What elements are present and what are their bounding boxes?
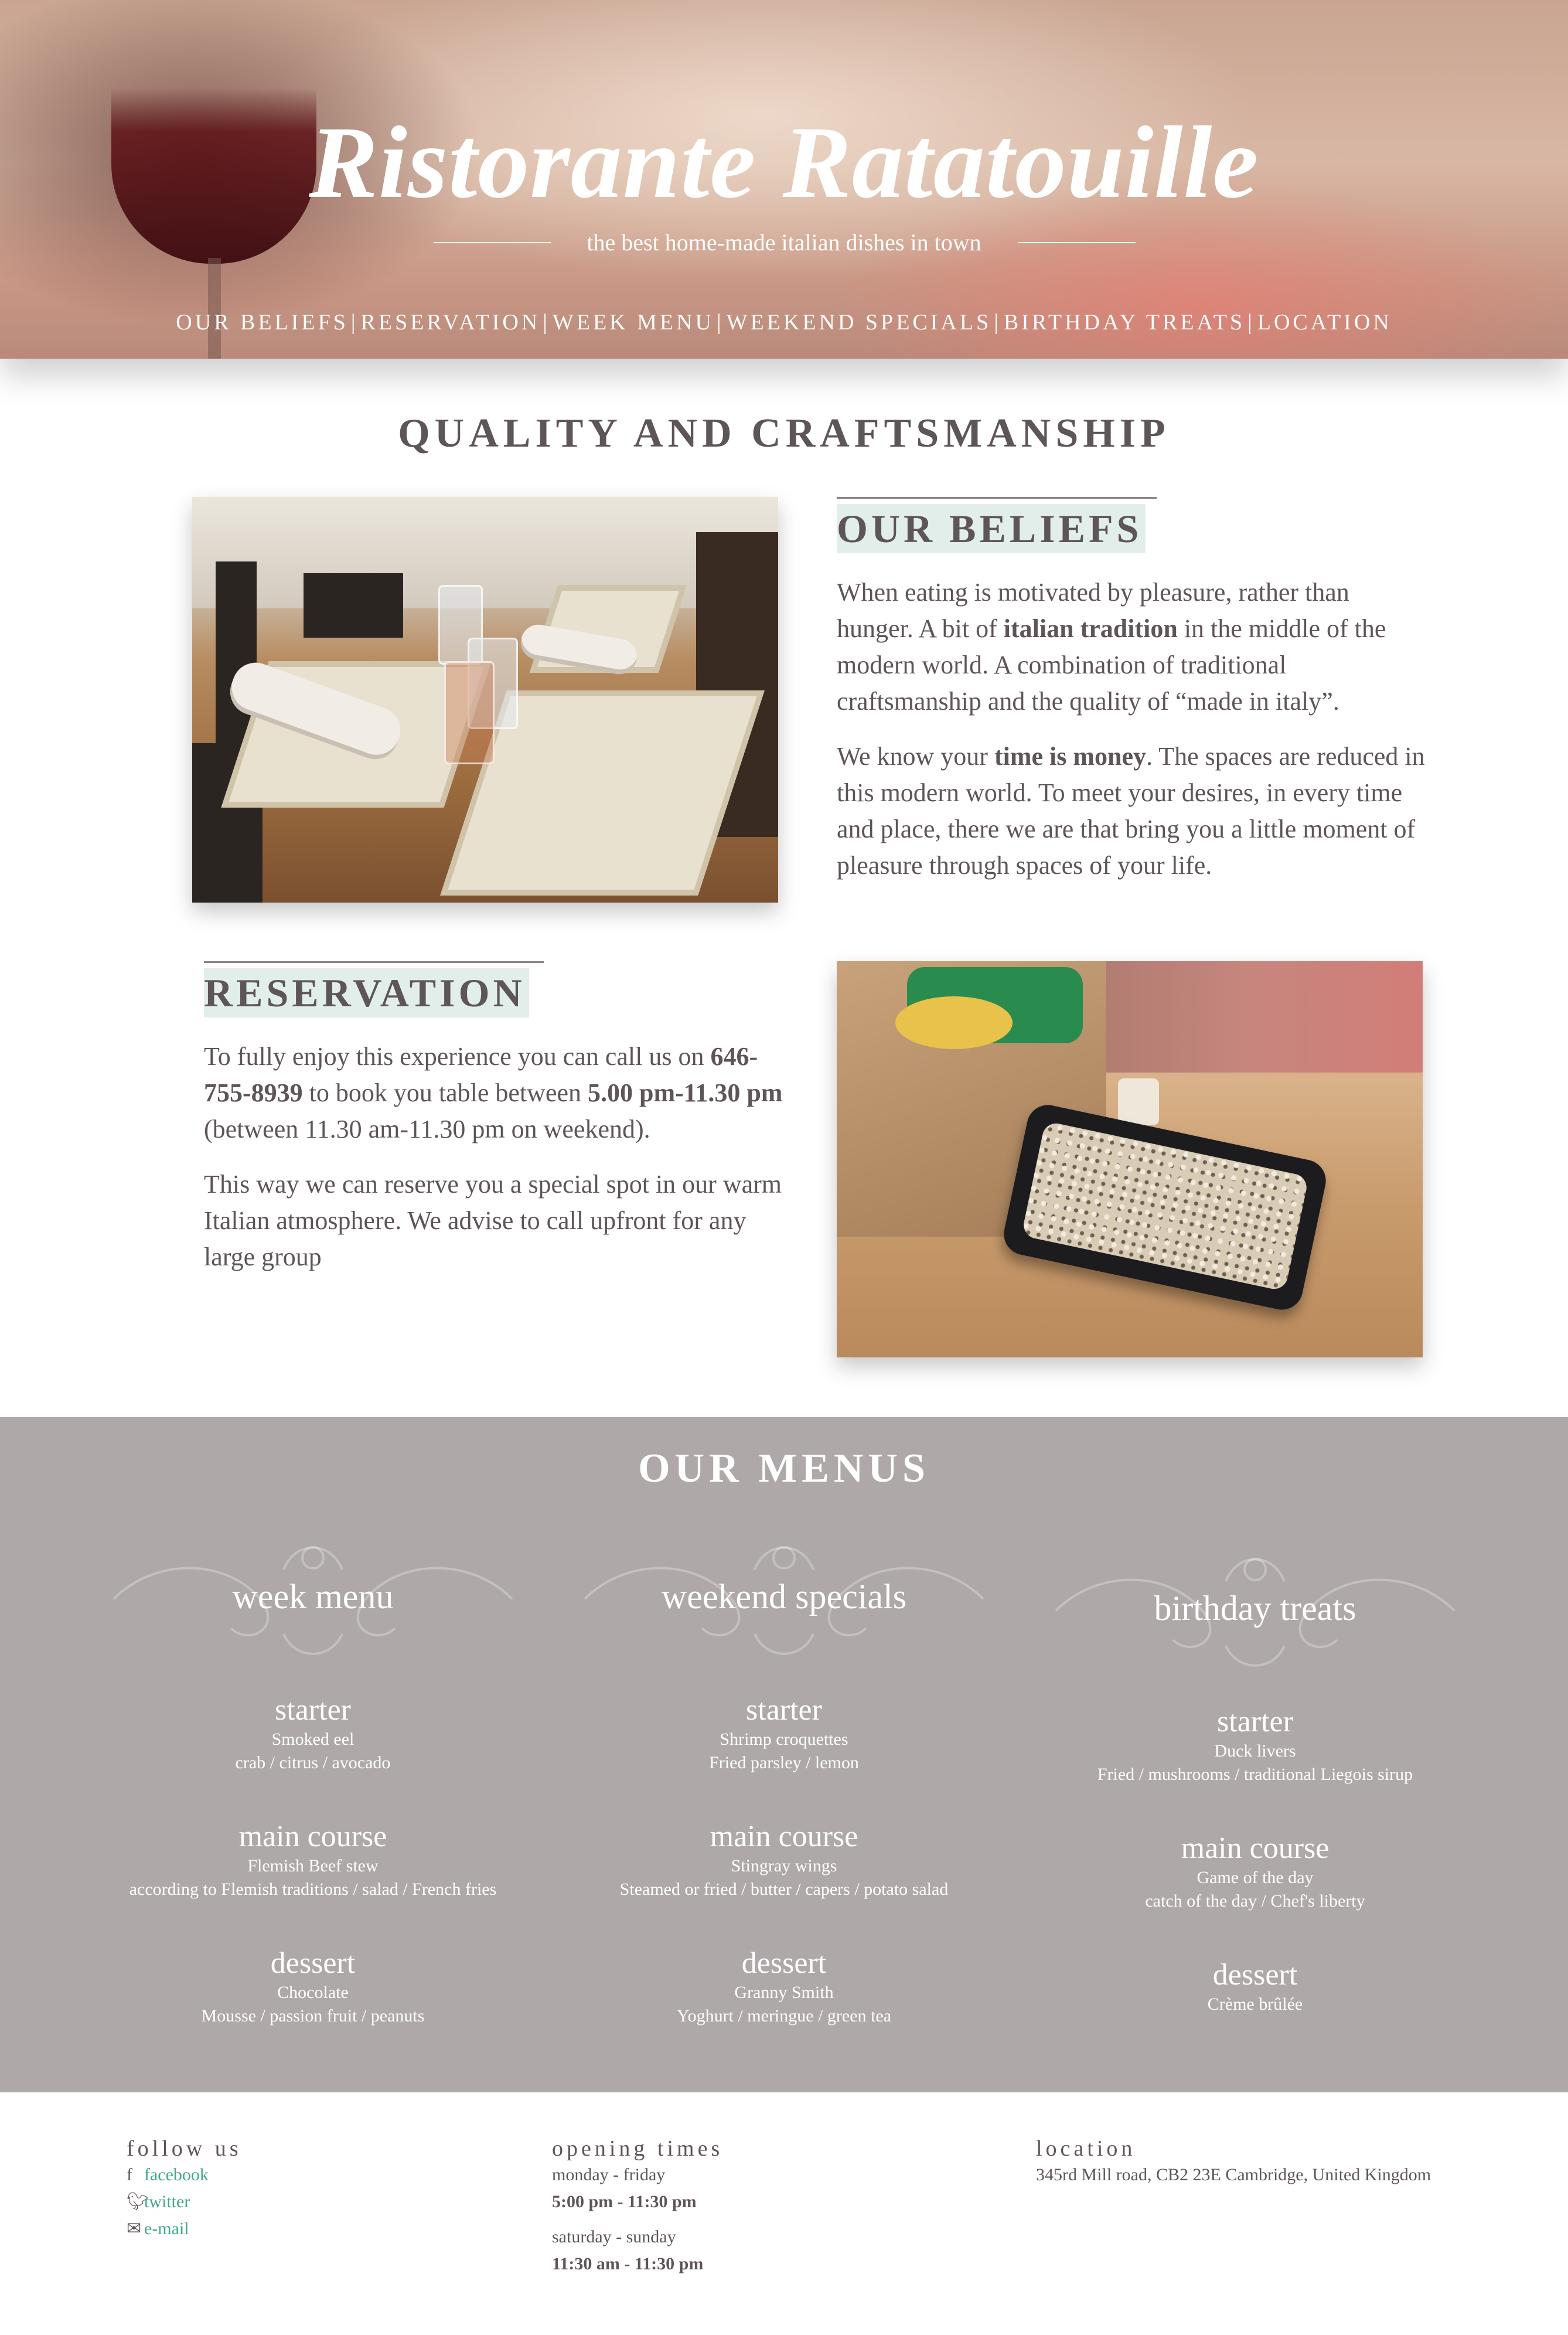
menus-section: OUR MENUS week menu starter Smoked eel c… [0, 1417, 1568, 2092]
menu-title-weekend: weekend specials [661, 1577, 907, 1616]
birthday-starter: starter Duck livers Fried / mushrooms / … [1097, 1705, 1413, 1784]
weekday-hours: 5:00 pm - 11:30 pm [552, 2192, 697, 2211]
nav-birthday-treats[interactable]: BIRTHDAY TREATS [1004, 309, 1245, 335]
nav-separator: | [1247, 310, 1255, 335]
facebook-icon: f [127, 2165, 132, 2184]
nav-location[interactable]: LOCATION [1257, 309, 1392, 335]
location-heading: location [1036, 2136, 1136, 2161]
restaurant-table-photo [192, 497, 778, 903]
week-starter: starter Smoked eel crab / citrus / avoca… [235, 1693, 391, 1772]
beliefs-heading: OUR BELIEFS [837, 504, 1146, 553]
beliefs-paragraph-2: We know your time is money. The spaces a… [837, 742, 1425, 880]
site-subtitle: the best home-made italian dishes in tow… [587, 229, 981, 256]
nav-our-beliefs[interactable]: OUR BELIEFS [176, 309, 349, 335]
reservation-paragraph-1: To fully enjoy this experience you can c… [204, 1042, 783, 1143]
main-nav: OUR BELIEFS | RESERVATION | WEEK MENU | … [0, 309, 1568, 335]
birthday-dessert: dessert Crème brûlée [1207, 1958, 1303, 2014]
weekend-label: saturday - sunday [552, 2227, 676, 2246]
menus-heading: OUR MENUS [638, 1446, 930, 1491]
nav-separator: | [350, 310, 359, 335]
weekend-hours: 11:30 am - 11:30 pm [552, 2254, 704, 2273]
reservation-text: To fully enjoy this experience you can c… [204, 1039, 790, 1294]
site-title: Ristorante Ratatouille [309, 105, 1259, 220]
week-dessert: dessert Chocolate Mousse / passion fruit… [201, 1946, 425, 2026]
nav-weekend-specials[interactable]: WEEKEND SPECIALS [727, 309, 992, 335]
risotto-photo [837, 961, 1423, 1357]
reservation-heading: RESERVATION [204, 968, 529, 1017]
email-icon: ✉ [127, 2219, 142, 2238]
opening-times-heading: opening times [552, 2136, 724, 2161]
footer-follow-us: follow us f facebook 🐦︎twitter ✉ e-mail [127, 2136, 242, 2242]
twitter-icon: 🐦︎ [127, 2192, 149, 2211]
menu-title-birthday: birthday treats [1154, 1589, 1356, 1628]
follow-us-heading: follow us [127, 2136, 242, 2161]
nav-week-menu[interactable]: WEEK MENU [553, 309, 714, 335]
birthday-main-course: main course Game of the day catch of the… [1145, 1832, 1365, 1911]
weekend-dessert: dessert Granny Smith Yoghurt / meringue … [676, 1946, 892, 2026]
footer-location: location 345rd Mill road, CB2 23E Cambri… [1036, 2136, 1431, 2188]
location-address: 345rd Mill road, CB2 23E Cambridge, Unit… [1036, 2165, 1431, 2184]
reservation-paragraph-2: This way we can reserve you a special sp… [204, 1170, 782, 1271]
facebook-link[interactable]: f facebook [127, 2162, 242, 2188]
menu-title-week: week menu [232, 1577, 394, 1616]
hero-banner: Ristorante Ratatouille the best home-mad… [0, 0, 1568, 359]
beliefs-heading-rule [837, 497, 1157, 499]
week-main-course: main course Flemish Beef stew according … [129, 1820, 497, 1899]
weekday-label: monday - friday [552, 2165, 666, 2184]
twitter-link[interactable]: 🐦︎twitter [127, 2188, 242, 2215]
nav-reservation[interactable]: RESERVATION [361, 309, 541, 335]
quality-heading: QUALITY AND CRAFTSMANSHIP [398, 411, 1170, 456]
weekend-main-course: main course Stingray wings Steamed or fr… [619, 1820, 949, 1899]
nav-separator: | [716, 310, 724, 335]
nav-separator: | [994, 310, 1001, 335]
reservation-heading-rule [204, 961, 544, 963]
nav-separator: | [543, 310, 550, 335]
weekend-starter: starter Shrimp croquettes Fried parsley … [709, 1693, 859, 1772]
beliefs-text: When eating is motivated by pleasure, ra… [837, 574, 1429, 903]
beliefs-paragraph-1: When eating is motivated by pleasure, ra… [837, 578, 1386, 716]
footer-opening-times: opening times monday - friday 5:00 pm - … [552, 2136, 723, 2278]
subtitle-rule-right [1018, 242, 1136, 243]
email-link[interactable]: ✉ e-mail [127, 2215, 242, 2242]
